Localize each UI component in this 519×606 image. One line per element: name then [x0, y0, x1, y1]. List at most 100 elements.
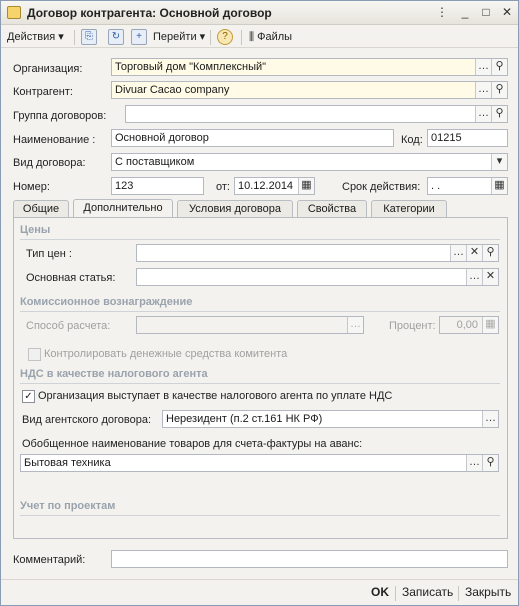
number-label: Номер: [13, 181, 50, 193]
divider [20, 383, 500, 384]
search-icon[interactable]: ⚲ [491, 59, 507, 75]
bottom-bar: OK Записать Закрыть [1, 579, 518, 605]
prices-section-title: Цены [20, 224, 51, 236]
actions-menu[interactable]: Действия ▾ [7, 29, 64, 45]
select-button[interactable]: … [347, 317, 363, 333]
search-icon[interactable]: ⚲ [491, 82, 507, 98]
tab-panel-additional: Цены Тип цен : … ✕ ⚲ Основная статья: … … [13, 217, 508, 539]
tab-categories[interactable]: Категории [371, 200, 447, 218]
calc-method-label: Способ расчета: [26, 320, 111, 332]
counterparty-field[interactable]: Divuar Cacao company … ⚲ [111, 81, 508, 99]
goto-menu[interactable]: Перейти ▾ [153, 29, 205, 45]
chevron-down-icon[interactable]: ▾ [491, 154, 507, 170]
select-button[interactable]: … [475, 82, 491, 98]
toolbar-separator [241, 30, 242, 45]
code-field[interactable]: 01215 [427, 129, 508, 147]
files-label: Файлы [257, 31, 293, 43]
percent-field[interactable]: 0,00 ▦ [439, 316, 499, 334]
select-button[interactable]: … [475, 59, 491, 75]
tab-additional[interactable]: Дополнительно [73, 199, 173, 218]
tab-bar: Общие Дополнительно Условия договора Сво… [13, 199, 508, 218]
org-acts-agent-checkbox[interactable]: ✓ [22, 390, 35, 403]
search-icon[interactable]: ⚲ [482, 245, 498, 261]
toolbar-separator [210, 30, 211, 45]
goto-label: Перейти [153, 31, 197, 43]
save-button[interactable]: Записать [402, 585, 453, 599]
org-acts-agent-label: Организация выступает в качестве налогов… [38, 390, 393, 402]
add-icon[interactable]: + [131, 29, 147, 45]
separator [458, 586, 459, 601]
help-circle-icon[interactable]: ? [217, 29, 233, 45]
organization-value: Торговый дом "Комплексный" [115, 61, 267, 73]
name-label: Наименование : [13, 134, 96, 146]
clear-icon[interactable]: ✕ [466, 245, 482, 261]
price-type-label: Тип цен : [26, 248, 72, 260]
files-button[interactable]: ⫼ Файлы [249, 29, 292, 45]
maximize-icon[interactable]: □ [478, 5, 494, 20]
refresh-icon[interactable]: ↻ [108, 29, 124, 45]
calc-method-field[interactable]: … [136, 316, 364, 334]
price-type-field[interactable]: … ✕ ⚲ [136, 244, 499, 262]
date-value: 10.12.2014 [238, 180, 294, 192]
group-field[interactable]: … ⚲ [125, 105, 508, 123]
tab-contract-terms[interactable]: Условия договора [177, 200, 293, 218]
window-title: Договор контрагента: Основной договор [27, 6, 272, 20]
tab-general[interactable]: Общие [13, 200, 69, 218]
calculator-icon[interactable]: ▦ [482, 317, 498, 333]
number-value: 123 [115, 180, 134, 192]
type-label: Вид договора: [13, 157, 86, 169]
percent-value: 0,00 [456, 319, 478, 331]
toolbar-separator [74, 30, 75, 45]
select-button[interactable]: … [466, 269, 482, 285]
projects-section-title: Учет по проектам [20, 500, 116, 512]
tab-properties[interactable]: Свойства [297, 200, 367, 218]
calendar-icon[interactable]: ▦ [298, 178, 314, 194]
organization-label: Организация: [13, 63, 83, 75]
counterparty-label: Контрагент: [13, 86, 73, 98]
search-icon[interactable]: ⚲ [491, 106, 507, 122]
percent-label: Процент: [389, 320, 436, 332]
from-label: от: [216, 181, 230, 193]
divider [20, 311, 500, 312]
generalized-name-field[interactable]: Бытовая техника … ⚲ [20, 454, 499, 472]
divider [20, 515, 500, 516]
vat-section-title: НДС в качестве налогового агента [20, 368, 208, 380]
term-field[interactable]: . . ▦ [427, 177, 508, 195]
number-field[interactable]: 123 [111, 177, 204, 195]
close-button[interactable]: Закрыть [465, 585, 511, 599]
ok-button[interactable]: OK [371, 585, 389, 599]
organization-field[interactable]: Торговый дом "Комплексный" … ⚲ [111, 58, 508, 76]
counterparty-value: Divuar Cacao company [115, 84, 230, 96]
toolbar: Действия ▾ ⎘ ↻ + Перейти ▾ ? ⫼ Файлы [1, 26, 518, 48]
copy-icon[interactable]: ⎘ [81, 29, 97, 45]
close-icon[interactable]: ✕ [499, 5, 515, 20]
calendar-icon[interactable]: ▦ [491, 178, 507, 194]
separator [395, 586, 396, 601]
contract-window: Договор контрагента: Основной договор ⋮ … [0, 0, 519, 606]
comment-field[interactable] [111, 550, 508, 568]
select-button[interactable]: … [482, 411, 498, 427]
comment-label: Комментарий: [13, 554, 86, 566]
select-button[interactable]: … [450, 245, 466, 261]
help-icon[interactable]: ⋮ [434, 5, 450, 20]
select-button[interactable]: … [466, 455, 482, 471]
term-label: Срок действия: [342, 181, 421, 193]
clear-icon[interactable]: ✕ [482, 269, 498, 285]
control-funds-checkbox[interactable] [28, 348, 41, 361]
name-value: Основной договор [115, 132, 209, 144]
control-funds-label: Контролировать денежные средства комитен… [44, 348, 288, 360]
search-icon[interactable]: ⚲ [482, 455, 498, 471]
name-field[interactable]: Основной договор [111, 129, 394, 147]
type-select[interactable]: С поставщиком ▾ [111, 153, 508, 171]
agent-contract-field[interactable]: Нерезидент (п.2 ст.161 НК РФ) … [162, 410, 499, 428]
commission-section-title: Комиссионное вознаграждение [20, 296, 193, 308]
select-button[interactable]: … [475, 106, 491, 122]
generalized-name-label: Обобщенное наименование товаров для счет… [22, 438, 363, 450]
date-field[interactable]: 10.12.2014 ▦ [234, 177, 315, 195]
divider [20, 239, 500, 240]
code-value: 01215 [431, 132, 462, 144]
type-value: С поставщиком [115, 156, 195, 168]
minimize-icon[interactable]: _ [457, 5, 473, 20]
actions-label: Действия [7, 31, 56, 43]
main-article-field[interactable]: … ✕ [136, 268, 499, 286]
